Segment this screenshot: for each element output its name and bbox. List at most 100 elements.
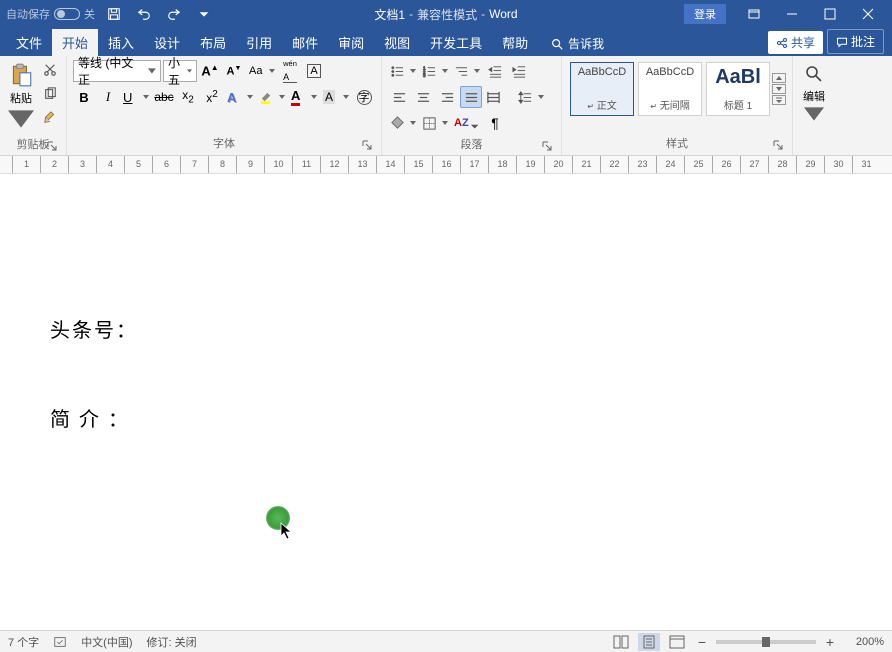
page[interactable]: 头条号： 简 介 ：: [0, 174, 892, 630]
status-bar: 7 个字 中文(中国) 修订: 关闭 − + 200%: [0, 630, 892, 652]
group-label: 段落: [461, 139, 483, 151]
tell-me[interactable]: 告诉我: [542, 31, 612, 56]
title-bar: 自动保存 关 文档1 - 兼容性模式 - Word 登录: [0, 0, 892, 28]
sort-icon[interactable]: AZ: [452, 112, 482, 134]
align-center-icon[interactable]: [412, 86, 434, 108]
copy-icon[interactable]: [40, 84, 60, 104]
style-no-spacing[interactable]: AaBbCcD ↵ 无间隔: [638, 62, 702, 116]
tab-review[interactable]: 审阅: [328, 29, 374, 56]
find-button[interactable]: 编辑: [799, 60, 829, 128]
superscript-icon[interactable]: x2: [201, 86, 223, 108]
format-painter-icon[interactable]: [40, 108, 60, 128]
qat-customize-icon[interactable]: [193, 3, 215, 25]
character-shading-icon[interactable]: A: [321, 86, 351, 108]
group-label: 字体: [213, 138, 235, 150]
redo-icon[interactable]: [163, 3, 185, 25]
maximize-icon[interactable]: [812, 0, 848, 28]
align-left-icon[interactable]: [388, 86, 410, 108]
italic-icon[interactable]: I: [97, 86, 119, 108]
group-label: 样式: [666, 138, 688, 150]
font-size-combo[interactable]: 小五: [163, 60, 197, 82]
enclose-char-icon[interactable]: 字: [353, 86, 375, 108]
strikethrough-icon[interactable]: abc: [153, 86, 175, 108]
borders-icon[interactable]: [420, 112, 450, 134]
group-clipboard: 粘贴 剪贴板: [0, 56, 67, 155]
comments-button[interactable]: 批注: [827, 29, 884, 54]
bold-icon[interactable]: B: [73, 86, 95, 108]
search-icon: [804, 64, 824, 84]
share-button[interactable]: 共享: [768, 31, 823, 54]
dialog-launcher-icon[interactable]: [46, 140, 58, 152]
font-color-icon[interactable]: A: [289, 86, 319, 108]
web-layout-icon[interactable]: [666, 633, 688, 651]
ribbon-tabs: 文件 开始 插入 设计 布局 引用 邮件 审阅 视图 开发工具 帮助 告诉我 共…: [0, 28, 892, 56]
document-area[interactable]: 头条号： 简 介 ：: [0, 174, 892, 630]
paste-icon: [8, 62, 34, 88]
font-name-combo[interactable]: 等线 (中文正: [73, 60, 161, 82]
zoom-out-button[interactable]: −: [694, 634, 710, 650]
subscript-icon[interactable]: x2: [177, 86, 199, 108]
undo-icon[interactable]: [133, 3, 155, 25]
shading-icon[interactable]: [388, 112, 418, 134]
cut-icon[interactable]: [40, 60, 60, 80]
dialog-launcher-icon[interactable]: [541, 140, 553, 152]
group-styles: AaBbCcD ↵ 正文 AaBbCcD ↵ 无间隔 AaBl 标题 1 样: [562, 56, 793, 155]
tab-home[interactable]: 开始: [52, 29, 98, 56]
tab-help[interactable]: 帮助: [492, 29, 538, 56]
word-count[interactable]: 7 个字: [8, 634, 39, 650]
ribbon-display-icon[interactable]: [736, 0, 772, 28]
chevron-down-icon: [804, 104, 824, 124]
dialog-launcher-icon[interactable]: [772, 139, 784, 151]
grow-font-icon[interactable]: A▲: [199, 60, 221, 82]
tab-view[interactable]: 视图: [374, 29, 420, 56]
print-layout-icon[interactable]: [638, 633, 660, 651]
tab-mailings[interactable]: 邮件: [282, 29, 328, 56]
show-marks-icon[interactable]: ¶: [484, 112, 506, 134]
dialog-launcher-icon[interactable]: [361, 139, 373, 151]
tab-design[interactable]: 设计: [144, 29, 190, 56]
increase-indent-icon[interactable]: [508, 60, 530, 82]
doc-line-1[interactable]: 头条号：: [50, 314, 842, 343]
bullets-icon[interactable]: [388, 60, 418, 82]
underline-icon[interactable]: U: [121, 86, 151, 108]
text-effects-icon[interactable]: A: [225, 86, 255, 108]
multilevel-list-icon[interactable]: [452, 60, 482, 82]
login-button[interactable]: 登录: [684, 4, 726, 24]
tab-insert[interactable]: 插入: [98, 29, 144, 56]
style-heading1[interactable]: AaBl 标题 1: [706, 62, 770, 116]
styles-gallery-more[interactable]: [772, 60, 786, 118]
decrease-indent-icon[interactable]: [484, 60, 506, 82]
numbering-icon[interactable]: 123: [420, 60, 450, 82]
style-normal[interactable]: AaBbCcD ↵ 正文: [570, 62, 634, 116]
save-icon[interactable]: [103, 3, 125, 25]
character-border-icon[interactable]: A: [303, 60, 325, 82]
read-mode-icon[interactable]: [610, 633, 632, 651]
highlight-icon[interactable]: [257, 86, 287, 108]
zoom-level[interactable]: 200%: [844, 636, 884, 648]
shrink-font-icon[interactable]: A▼: [223, 60, 245, 82]
close-icon[interactable]: [850, 0, 886, 28]
align-distribute-icon[interactable]: [484, 86, 514, 108]
track-changes[interactable]: 修订: 关闭: [147, 634, 197, 650]
horizontal-ruler[interactable]: 1234567891011121314151617181920212223242…: [0, 156, 892, 174]
language[interactable]: 中文(中国): [81, 634, 132, 650]
spellcheck-icon[interactable]: [53, 635, 67, 649]
phonetic-guide-icon[interactable]: wénA: [279, 60, 301, 82]
align-justify-icon[interactable]: [460, 86, 482, 108]
zoom-slider[interactable]: [716, 640, 816, 644]
chevron-down-icon: [8, 106, 34, 132]
tab-developer[interactable]: 开发工具: [420, 29, 492, 56]
autosave-toggle[interactable]: 自动保存 关: [6, 6, 95, 22]
paste-button[interactable]: 粘贴: [6, 60, 36, 134]
tab-file[interactable]: 文件: [6, 29, 52, 56]
zoom-in-button[interactable]: +: [822, 634, 838, 650]
doc-line-2[interactable]: 简 介 ：: [50, 403, 842, 432]
search-icon: [550, 37, 564, 51]
minimize-icon[interactable]: [774, 0, 810, 28]
align-right-icon[interactable]: [436, 86, 458, 108]
tab-layout[interactable]: 布局: [190, 29, 236, 56]
autosave-state: 关: [84, 6, 95, 22]
tab-references[interactable]: 引用: [236, 29, 282, 56]
change-case-icon[interactable]: Aa: [247, 60, 277, 82]
line-spacing-icon[interactable]: [516, 86, 546, 108]
